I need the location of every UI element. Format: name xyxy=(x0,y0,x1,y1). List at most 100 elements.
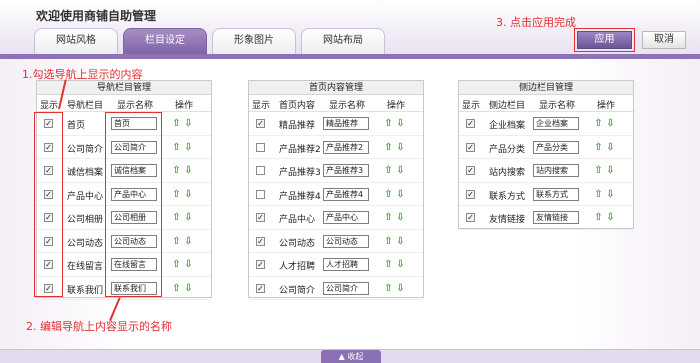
display-name-input[interactable]: 产品中心 xyxy=(323,211,369,224)
show-checkbox[interactable]: ✓ xyxy=(466,166,475,175)
display-name-input[interactable]: 站内搜索 xyxy=(533,164,579,177)
display-name-input[interactable]: 友情链接 xyxy=(533,211,579,224)
arrow-up-icon[interactable]: ⇧ xyxy=(384,165,393,176)
arrow-up-icon[interactable]: ⇧ xyxy=(172,142,181,153)
table-row: ✓ 精品推荐 精品推荐 ⇧ ⇩ xyxy=(249,112,423,136)
display-name-input[interactable]: 公司简介 xyxy=(323,281,369,295)
arrow-down-icon[interactable]: ⇩ xyxy=(184,165,193,176)
arrow-down-icon[interactable]: ⇩ xyxy=(606,142,615,153)
arrow-up-icon[interactable]: ⇧ xyxy=(384,142,393,153)
arrow-down-icon[interactable]: ⇩ xyxy=(396,189,405,200)
arrow-up-icon[interactable]: ⇧ xyxy=(384,212,393,223)
arrow-down-icon[interactable]: ⇩ xyxy=(396,212,405,223)
arrow-down-icon[interactable]: ⇩ xyxy=(606,165,615,176)
show-checkbox[interactable]: ✓ xyxy=(256,283,265,293)
arrow-up-icon[interactable]: ⇧ xyxy=(172,189,181,200)
annotation-step1: 1.勾选导航上显示的内容 xyxy=(22,68,143,81)
tab-bar: 网站风格 栏目设定 形象图片 网站布局 xyxy=(34,28,390,54)
arrow-down-icon[interactable]: ⇩ xyxy=(606,212,615,223)
arrow-down-icon[interactable]: ⇩ xyxy=(184,212,193,223)
arrow-up-icon[interactable]: ⇧ xyxy=(384,236,393,247)
row-name: 站内搜索 xyxy=(489,168,526,178)
tab-column-settings[interactable]: 栏目设定 xyxy=(123,28,207,54)
app-title: 欢迎使用商铺自助管理 xyxy=(36,9,157,23)
row-name: 产品推荐4 xyxy=(279,191,321,202)
arrow-up-icon[interactable]: ⇧ xyxy=(594,212,603,223)
arrow-down-icon[interactable]: ⇩ xyxy=(396,236,405,247)
show-checkbox[interactable]: ✓ xyxy=(466,119,475,128)
show-checkbox[interactable] xyxy=(256,166,265,175)
arrow-down-icon[interactable]: ⇩ xyxy=(396,142,405,153)
cancel-button[interactable]: 取消 xyxy=(642,31,686,49)
arrow-down-icon[interactable]: ⇩ xyxy=(396,259,405,270)
arrow-down-icon[interactable]: ⇩ xyxy=(606,118,615,129)
side-column-header: 显示 侧边栏目 显示名称 操作 xyxy=(459,95,633,112)
show-checkbox[interactable]: ✓ xyxy=(466,213,475,222)
row-name: 产品推荐2 xyxy=(279,144,321,155)
show-checkbox[interactable]: ✓ xyxy=(466,142,475,152)
apply-highlight-box xyxy=(574,28,635,52)
arrow-up-icon[interactable]: ⇧ xyxy=(594,189,603,200)
row-name: 公司动态 xyxy=(67,238,104,249)
arrow-down-icon[interactable]: ⇩ xyxy=(606,189,615,200)
display-name-input[interactable]: 联系方式 xyxy=(533,187,579,201)
arrow-down-icon[interactable]: ⇩ xyxy=(184,118,193,129)
checkbox-highlight-box xyxy=(34,112,63,297)
display-name-input[interactable]: 产品推荐4 xyxy=(323,187,369,201)
display-name-input[interactable]: 人才招聘 xyxy=(323,258,369,271)
tab-image[interactable]: 形象图片 xyxy=(212,28,296,54)
tab-site-style[interactable]: 网站风格 xyxy=(34,28,118,54)
row-name: 人才招聘 xyxy=(279,262,316,272)
row-name: 在线留言 xyxy=(67,262,104,272)
display-name-input[interactable]: 公司动态 xyxy=(323,234,369,248)
arrow-up-icon[interactable]: ⇧ xyxy=(172,118,181,129)
table-row: ✓ 公司动态 公司动态 ⇧ ⇩ xyxy=(249,230,423,253)
display-name-input[interactable]: 企业档案 xyxy=(533,117,579,130)
show-checkbox[interactable]: ✓ xyxy=(256,213,265,222)
display-name-input[interactable]: 产品推荐2 xyxy=(323,140,369,154)
show-checkbox[interactable]: ✓ xyxy=(256,119,265,128)
home-panel-title: 首页内容管理 xyxy=(249,81,423,95)
table-row: 产品推荐4 产品推荐4 ⇧ ⇩ xyxy=(249,183,423,206)
arrow-down-icon[interactable]: ⇩ xyxy=(184,189,193,200)
table-row: ✓ 人才招聘 人才招聘 ⇧ ⇩ xyxy=(249,253,423,277)
show-checkbox[interactable]: ✓ xyxy=(466,189,475,199)
arrow-down-icon[interactable]: ⇩ xyxy=(184,236,193,247)
col-action: 操作 xyxy=(175,101,194,111)
show-checkbox[interactable] xyxy=(256,189,265,199)
arrow-up-icon[interactable]: ⇧ xyxy=(594,142,603,153)
arrow-down-icon[interactable]: ⇩ xyxy=(396,118,405,129)
arrow-down-icon[interactable]: ⇩ xyxy=(396,165,405,176)
display-name-input[interactable]: 精品推荐 xyxy=(323,117,369,130)
arrow-up-icon[interactable]: ⇧ xyxy=(594,165,603,176)
arrow-up-icon[interactable]: ⇧ xyxy=(384,259,393,270)
table-row: ✓ 产品分类 产品分类 ⇧ ⇩ xyxy=(459,136,633,159)
arrow-up-icon[interactable]: ⇧ xyxy=(172,212,181,223)
arrow-up-icon[interactable]: ⇧ xyxy=(384,189,393,200)
row-name: 公司相册 xyxy=(67,215,104,225)
show-checkbox[interactable]: ✓ xyxy=(256,236,265,246)
arrow-down-icon[interactable]: ⇩ xyxy=(396,283,405,294)
arrow-down-icon[interactable]: ⇩ xyxy=(184,142,193,153)
arrow-up-icon[interactable]: ⇧ xyxy=(384,283,393,294)
display-name-input[interactable]: 产品分类 xyxy=(533,140,579,154)
table-row: ✓ 站内搜索 站内搜索 ⇧ ⇩ xyxy=(459,159,633,183)
arrow-up-icon[interactable]: ⇧ xyxy=(172,283,181,294)
arrow-up-icon[interactable]: ⇧ xyxy=(172,259,181,270)
show-checkbox[interactable] xyxy=(256,142,265,152)
row-name: 联系我们 xyxy=(67,285,104,296)
show-checkbox[interactable]: ✓ xyxy=(256,260,265,269)
tab-site-layout[interactable]: 网站布局 xyxy=(301,28,385,54)
arrow-up-icon[interactable]: ⇧ xyxy=(594,118,603,129)
row-name: 联系方式 xyxy=(489,191,526,202)
table-row: 产品推荐2 产品推荐2 ⇧ ⇩ xyxy=(249,136,423,159)
arrow-up-icon[interactable]: ⇧ xyxy=(384,118,393,129)
arrow-up-icon[interactable]: ⇧ xyxy=(172,165,181,176)
arrow-down-icon[interactable]: ⇩ xyxy=(184,283,193,294)
collapse-button[interactable]: ▲ 收起 xyxy=(321,350,381,363)
arrow-down-icon[interactable]: ⇩ xyxy=(184,259,193,270)
display-name-input[interactable]: 产品推荐3 xyxy=(323,164,369,177)
arrow-up-icon[interactable]: ⇧ xyxy=(172,236,181,247)
col-name: 首页内容 xyxy=(279,101,316,111)
row-name: 精品推荐 xyxy=(279,121,316,131)
